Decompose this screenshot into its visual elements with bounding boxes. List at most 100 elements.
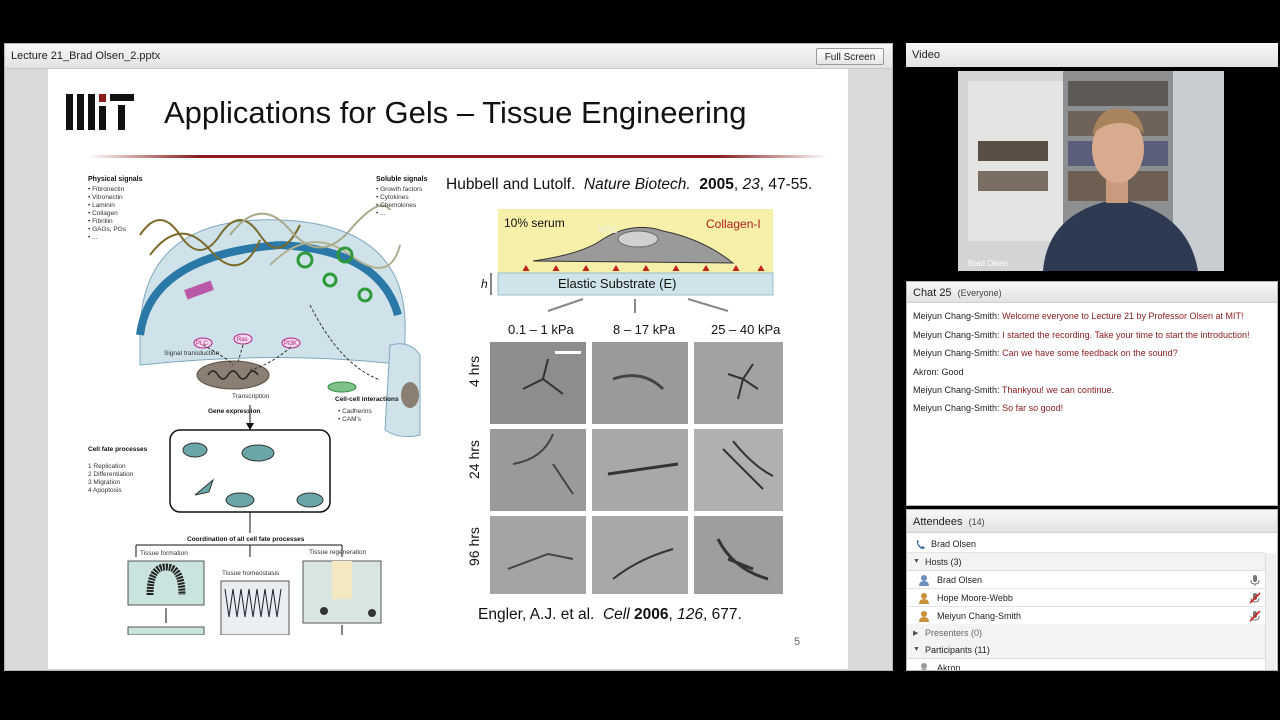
micrograph-row-4hrs <box>490 342 783 424</box>
stiffness-label: 8 – 17 kPa <box>613 322 676 337</box>
stiffness-image-grid: 10% serum Collagen-I MSC Elastic Substra… <box>481 209 783 594</box>
citation-journal: Nature Biotech. <box>583 176 691 193</box>
microphone-muted-icon[interactable] <box>1249 592 1261 604</box>
tissue-formation-label: Tissue formation <box>140 550 188 557</box>
citation-pages: 677. <box>711 606 742 623</box>
chat-text: Good <box>941 367 964 377</box>
stiffness-label: 25 – 40 kPa <box>711 322 781 337</box>
citation-pages: 47-55. <box>768 176 813 193</box>
microphone-muted-icon[interactable] <box>1249 610 1261 622</box>
citation-authors: Engler, A.J. et al. <box>478 606 595 623</box>
attendee-row[interactable]: Akron <box>907 659 1265 671</box>
serum-label: 10% serum <box>504 216 565 230</box>
presenter-name: Brad Olsen <box>931 539 977 549</box>
presentation-titlebar: Lecture 21_Brad Olsen_2.pptx Full Screen <box>5 44 892 69</box>
video-feed[interactable] <box>958 71 1224 271</box>
chat-sender: Meiyun Chang-Smith: <box>913 385 1000 395</box>
physical-signals-title: Physical signals <box>88 176 143 183</box>
video-title: Video <box>912 49 940 61</box>
full-screen-button[interactable]: Full Screen <box>816 48 884 65</box>
presenters-label: Presenters (0) <box>925 628 983 638</box>
slide-viewport: Applications for Gels – Tissue Engineeri… <box>5 69 892 670</box>
attendee-row[interactable]: Brad Olsen <box>907 571 1265 589</box>
presenters-group[interactable]: ▶ Presenters (0) <box>907 624 1265 642</box>
title-underline <box>88 155 828 158</box>
presenter-row[interactable]: Brad Olsen <box>907 535 1265 553</box>
attendees-title-label: Attendees <box>913 516 963 528</box>
chat-text: Thankyou! we can continue. <box>1001 385 1114 395</box>
presentation-filename: Lecture 21_Brad Olsen_2.pptx <box>11 50 161 62</box>
microphone-icon[interactable] <box>1249 574 1261 586</box>
attendees-titlebar: Attendees (14) <box>907 510 1277 533</box>
chat-title-label: Chat <box>913 287 937 299</box>
h-label: h <box>481 277 488 291</box>
chat-message: Akron: Good <box>913 367 964 377</box>
physical-signal-item: • Fibrillin <box>88 218 113 225</box>
host-person-icon <box>919 575 929 586</box>
attendee-name: Hope Moore-Webb <box>937 593 1013 603</box>
time-label: 4 hrs <box>466 355 482 387</box>
hosts-group[interactable]: ▼ Hosts (3) <box>907 553 1265 571</box>
soluble-signals-title: Soluble signals <box>376 176 427 183</box>
cell-fate-item: 4 Apoptosis <box>88 487 122 494</box>
chat-message: Meiyun Chang-Smith: Can we have some fee… <box>913 348 1178 358</box>
cell-fate-item: 2 Differentiation <box>88 471 134 478</box>
cell-fate-item: 3 Migration <box>88 479 121 486</box>
kinase-label: PI3K <box>284 341 297 347</box>
cell-fate-title: Cell fate processes <box>88 446 148 453</box>
stiffness-label: 0.1 – 1 kPa <box>508 322 575 337</box>
participants-group[interactable]: ▼ Participants (11) <box>907 641 1265 659</box>
citation-engler: Engler, A.J. et al. Cell 2006, 126, 677. <box>478 606 742 623</box>
gene-expression-label: Gene expression <box>208 408 260 415</box>
attendee-name: Meiyun Chang-Smith <box>937 611 1022 621</box>
chat-sender: Meiyun Chang-Smith: <box>913 348 1000 358</box>
chat-message: Meiyun Chang-Smith: Thankyou! we can con… <box>913 385 1114 395</box>
time-label: 24 hrs <box>466 440 482 479</box>
cell-cell-title: Cell-cell interactions <box>335 396 399 403</box>
kinase-label: PLC <box>196 341 208 347</box>
phone-icon <box>916 540 925 549</box>
video-name-caption: Brad Olsen <box>968 259 1009 268</box>
soluble-signal-item: • Cytokines <box>376 194 409 201</box>
chat-text: I started the recording. Take your time … <box>1002 330 1250 340</box>
collapse-arrow-icon: ▶ <box>913 630 919 637</box>
chat-sender: Meiyun Chang-Smith: <box>913 330 1000 340</box>
cell-fate-item: 1 Replication <box>88 463 126 470</box>
citation-year: 2005 <box>699 176 734 193</box>
slide-title: Applications for Gels – Tissue Engineeri… <box>164 95 747 130</box>
expand-arrow-icon: ▼ <box>913 558 920 565</box>
attendees-scrollbar[interactable] <box>1265 553 1276 670</box>
chat-sender: Meiyun Chang-Smith: <box>913 403 1000 413</box>
citation-volume: 23 <box>742 176 760 193</box>
chat-message: Meiyun Chang-Smith: Welcome everyone to … <box>913 311 1244 321</box>
tissue-regeneration-label: Tissue regeneration <box>309 549 367 556</box>
cell-signaling-diagram: PLC Ras PI3K Physical signals • Fibronec… <box>88 176 427 635</box>
attendee-name: Akron <box>937 663 961 671</box>
transcription-label: Transcription <box>232 393 270 400</box>
physical-signal-item: • GAGs, PGs <box>88 226 127 233</box>
attendees-pane: Attendees (14) Brad Olsen ▼ Hosts (3) Br… <box>906 509 1278 671</box>
attendee-row[interactable]: Hope Moore-Webb <box>907 589 1265 607</box>
soluble-signal-item: • Growth factors <box>376 186 423 193</box>
coordination-label: Coordination of all cell fate processes <box>187 536 305 543</box>
citation-hubbell: Hubbell and Lutolf. Nature Biotech. 2005… <box>446 176 813 193</box>
substrate-label: Elastic Substrate (E) <box>558 276 677 291</box>
tissue-homeostasis-label: Tissue homeostasis <box>222 570 280 577</box>
participant-person-icon <box>920 663 928 670</box>
soluble-signal-item: • ... <box>376 210 386 217</box>
chat-title: Chat 25 (Everyone) <box>913 287 1002 299</box>
video-pane: Video Brad Olsen <box>906 43 1278 278</box>
physical-signal-item: • Laminin <box>88 202 115 209</box>
host-person-icon <box>919 593 929 604</box>
host-person-icon <box>919 611 929 622</box>
physical-signal-item: • Fibronectin <box>88 186 125 193</box>
slide: Applications for Gels – Tissue Engineeri… <box>48 69 848 669</box>
mit-logo <box>66 94 134 130</box>
attendee-row[interactable]: Meiyun Chang-Smith <box>907 607 1265 625</box>
chat-message: Meiyun Chang-Smith: I started the record… <box>913 330 1250 340</box>
chat-message: Meiyun Chang-Smith: So far so good! <box>913 403 1063 413</box>
cell-cell-item: • Cadherins <box>338 408 372 415</box>
chat-text: So far so good! <box>1002 403 1064 413</box>
attendees-title: Attendees (14) <box>913 516 985 528</box>
expand-arrow-icon: ▼ <box>913 646 920 653</box>
